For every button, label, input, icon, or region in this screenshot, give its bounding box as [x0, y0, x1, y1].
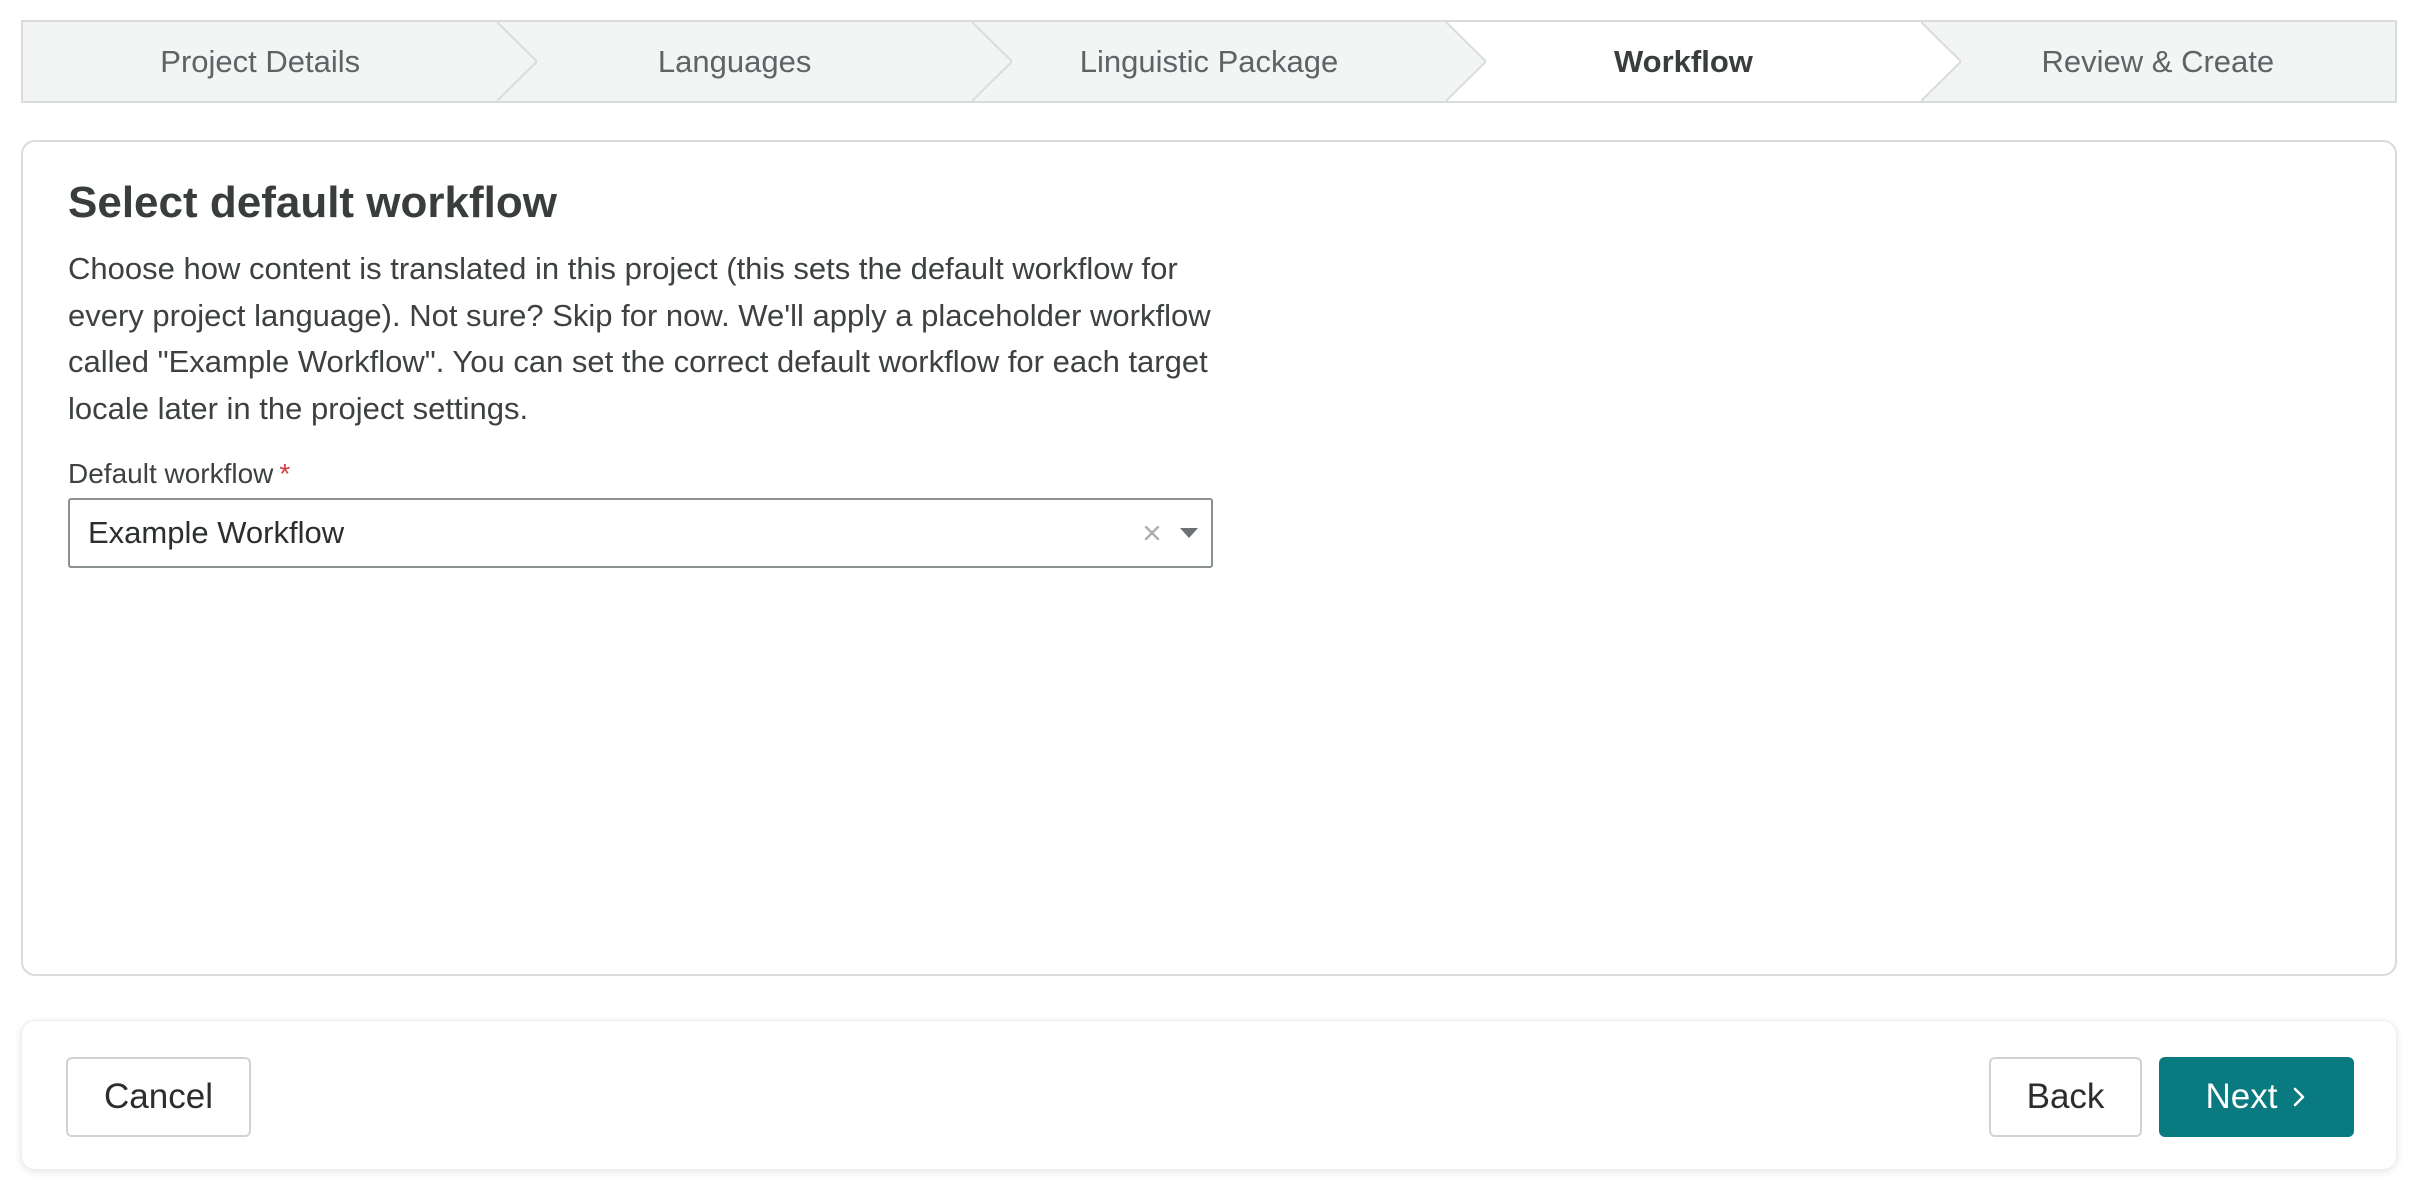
next-button[interactable]: Next	[2159, 1057, 2354, 1137]
page-description: Choose how content is translated in this…	[68, 251, 1211, 426]
step-languages[interactable]: Languages	[497, 22, 1012, 101]
chevron-right-icon	[2291, 1085, 2307, 1109]
selected-value: Example Workflow	[88, 515, 345, 550]
step-label: Review & Create	[2041, 43, 2275, 79]
back-button[interactable]: Back	[1989, 1057, 2142, 1137]
next-button-label: Next	[2205, 1077, 2278, 1116]
field-label-text: Default workflow	[68, 458, 274, 489]
page-title: Select default workflow	[68, 178, 557, 227]
close-icon[interactable]	[1137, 518, 1167, 548]
step-label: Project Details	[160, 43, 361, 79]
workflow-card: Select default workflow Choose how conte…	[21, 140, 2397, 976]
step-review-create[interactable]: Review & Create	[1921, 22, 2395, 101]
cancel-button[interactable]: Cancel	[66, 1057, 251, 1137]
step-project-details[interactable]: Project Details	[23, 22, 538, 101]
wizard-footer: Cancel Back Next	[21, 1020, 2397, 1170]
required-marker: *	[279, 458, 291, 489]
step-label: Workflow	[1613, 43, 1753, 79]
wizard-stepper: Project Details Languages Linguistic Pac…	[21, 20, 2397, 103]
step-label: Languages	[657, 43, 812, 79]
step-linguistic-package[interactable]: Linguistic Package	[972, 22, 1487, 101]
caret-down-icon[interactable]	[1169, 518, 1209, 548]
default-workflow-label: Default workflow *	[68, 458, 290, 490]
default-workflow-select[interactable]: Example Workflow	[68, 498, 1213, 568]
step-workflow[interactable]: Workflow	[1446, 22, 1961, 101]
step-label: Linguistic Package	[1079, 43, 1339, 79]
